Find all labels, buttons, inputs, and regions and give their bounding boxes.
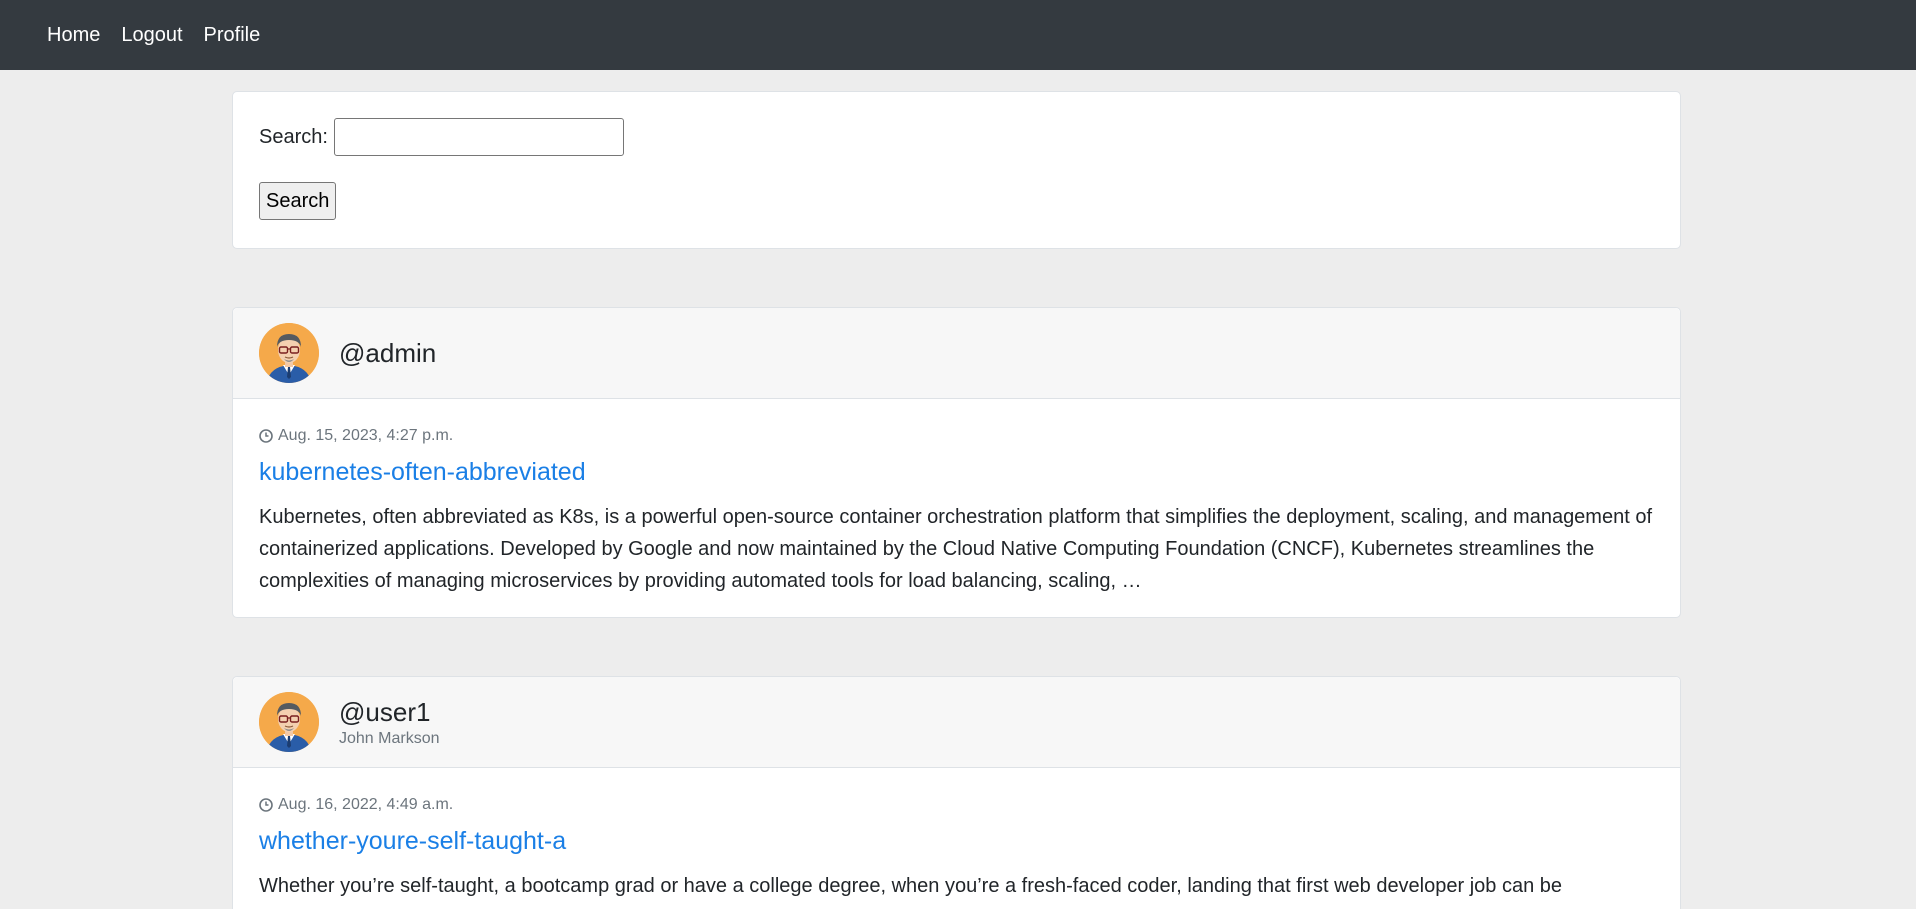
search-label: Search: [259, 125, 328, 148]
user-block: @admin [339, 338, 436, 369]
post-date: Aug. 16, 2022, 4:49 a.m. [259, 796, 1654, 814]
clock-icon [259, 798, 273, 812]
search-row: Search: [259, 118, 1654, 156]
search-button[interactable]: Search [259, 182, 337, 220]
post-date-text: Aug. 16, 2022, 4:49 a.m. [278, 796, 454, 813]
post-excerpt: Kubernetes, often abbreviated as K8s, is… [259, 506, 1653, 592]
post-username[interactable]: @admin [339, 338, 436, 369]
search-card: Search: Search [232, 91, 1681, 249]
post-body: Aug. 15, 2023, 4:27 p.m. kubernetes-ofte… [233, 399, 1680, 617]
avatar[interactable] [259, 323, 319, 383]
nav-logout-link[interactable]: Logout [121, 24, 182, 47]
post-card: @admin Aug. 15, 2023, 4:27 p.m. kubernet… [232, 307, 1681, 618]
post-body: Aug. 16, 2022, 4:49 a.m. whether-youre-s… [233, 768, 1680, 909]
user-avatar-icon [259, 323, 319, 383]
search-input[interactable] [333, 118, 624, 156]
post-title-link[interactable]: kubernetes-often-abbreviated [259, 458, 1654, 487]
post-header: @user1 John Markson [233, 677, 1680, 768]
post-title-link[interactable]: whether-youre-self-taught-a [259, 827, 1654, 856]
nav-home-link[interactable]: Home [47, 24, 100, 47]
top-navbar: Home Logout Profile [0, 0, 1916, 70]
post-card: @user1 John Markson Aug. 16, 2022, 4:49 … [232, 676, 1681, 909]
post-fullname: John Markson [339, 729, 440, 747]
clock-icon [259, 429, 273, 443]
post-header: @admin [233, 308, 1680, 399]
user-avatar-icon [259, 692, 319, 752]
main-container: Search: Search @admin Aug. 15, 2023, 4:2… [232, 91, 1681, 909]
post-date: Aug. 15, 2023, 4:27 p.m. [259, 427, 1654, 445]
avatar[interactable] [259, 692, 319, 752]
user-block: @user1 John Markson [339, 697, 440, 748]
nav-profile-link[interactable]: Profile [204, 24, 261, 47]
post-date-text: Aug. 15, 2023, 4:27 p.m. [278, 427, 454, 444]
post-username[interactable]: @user1 [339, 697, 440, 728]
post-excerpt: Whether you’re self-taught, a bootcamp g… [259, 875, 1563, 897]
